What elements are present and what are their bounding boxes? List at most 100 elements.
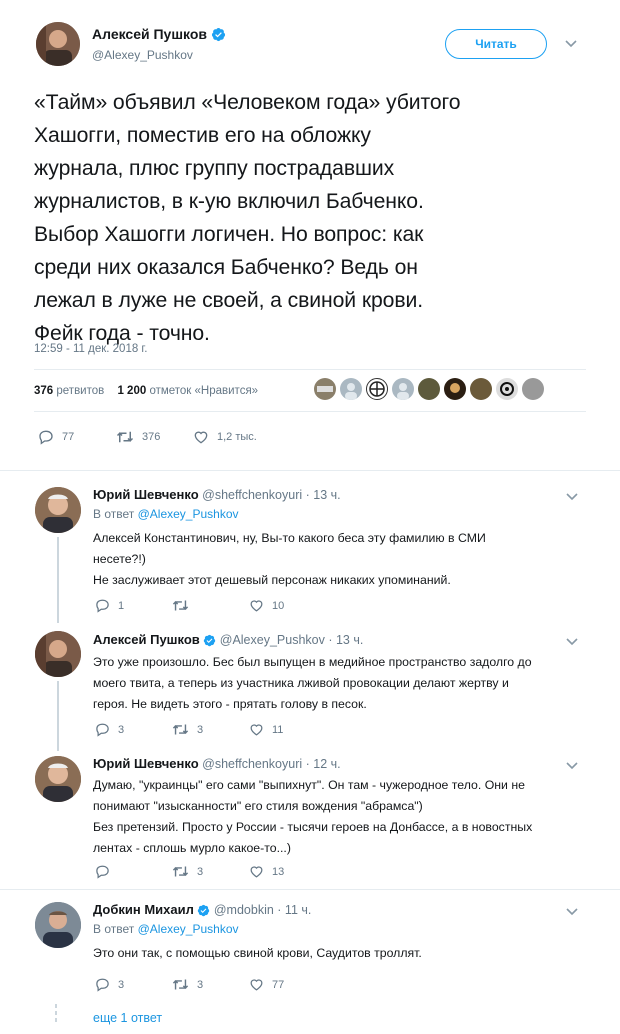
tweet-text-line: журналистов, в к-ую включил Бабченко. [34,190,424,213]
like-action[interactable]: 13 [249,864,284,879]
reply-time[interactable]: · 12 ч. [306,757,341,771]
reply-author-handle[interactable]: @sheffchenkoyuri [202,488,302,502]
reply-author-handle[interactable]: @sheffchenkoyuri [202,757,302,771]
like-count: 77 [272,978,285,991]
chevron-down-icon[interactable] [566,757,578,775]
retweet-action[interactable] [172,598,197,613]
reply-icon [95,598,110,613]
retweets-label: ретвитов [56,385,105,397]
reply-author-name[interactable]: Юрий Шевченко [93,756,199,771]
thread-dot [55,1004,57,1008]
liker-avatar[interactable] [366,378,388,400]
retweet-action[interactable]: 3 [172,977,203,992]
reply-author-handle[interactable]: @mdobkin [214,903,274,917]
reply-action[interactable]: 3 [95,977,124,992]
reply-text-line: Без претензий. Просто у России - тысячи … [93,820,533,834]
retweet-action[interactable]: 3 [172,864,203,879]
in-reply-label: В ответ [93,922,135,936]
reply-avatar[interactable] [35,902,81,948]
liker-avatar[interactable] [522,378,544,400]
liker-avatar[interactable] [444,378,466,400]
reply-author-name[interactable]: Юрий Шевченко [93,487,199,502]
reply-action[interactable]: 1 [95,598,124,613]
reply-count: 3 [118,978,125,991]
heart-icon [249,864,264,879]
author-name[interactable]: Алексей Пушков [92,26,207,42]
show-more-replies-link[interactable]: еще 1 ответ [93,1011,162,1025]
thread-line [57,537,59,623]
retweet-count: 3 [197,978,204,991]
reply-text: Это уже произошло. Бес был выпущен в мед… [93,652,593,715]
like-action[interactable]: 77 [249,977,284,992]
reply-text-line: моего твита, а теперь из участника лживо… [93,676,509,690]
tweet-text: «Тайм» объявил «Человеком года» убитого … [34,86,594,350]
reply-action[interactable]: 77 [38,429,74,445]
reply-text-line: Это они так, с помощью свиной крови, Сау… [93,946,422,960]
liker-avatar[interactable] [340,378,362,400]
thread-line [57,681,59,751]
likes-stat[interactable]: 1 200 отметок «Нравится» [117,385,258,397]
in-reply-label: В ответ [93,507,135,521]
like-count: 11 [272,723,284,736]
reply-avatar[interactable] [35,487,81,533]
reply-text-line: Думаю, "украинцы" его сами "выпихнут". О… [93,778,525,792]
liker-avatar[interactable] [418,378,440,400]
retweet-count: 3 [197,865,204,878]
reply-author-handle[interactable]: @Alexey_Pushkov [220,633,325,647]
like-count: 13 [272,865,285,878]
like-count: 1,2 тыс. [217,431,257,443]
tweet-stats: 376 ретвитов 1 200 отметок «Нравится» [34,385,258,397]
heart-icon [249,722,264,737]
reply-count: 77 [62,431,75,443]
reply-avatar[interactable] [35,631,81,677]
retweet-icon [172,977,189,992]
thread-dot [55,1018,57,1022]
more-options-chevron-down-icon[interactable] [565,37,577,51]
reply-text-line: понимают "изысканности" его стиля вожден… [93,799,423,813]
follow-button[interactable]: Читать [445,29,547,59]
reply-header: Юрий Шевченко @sheffchenkoyuri · 12 ч. [93,756,341,771]
reply-author-name[interactable]: Алексей Пушков [93,632,200,647]
like-action[interactable]: 11 [249,722,283,737]
author-handle[interactable]: @Alexey_Pushkov [92,48,193,62]
likers-avatars [314,378,544,400]
reply-text-line: Алексей Константинович, ну, Вы-то какого… [93,531,486,545]
chevron-down-icon[interactable] [566,633,578,651]
liker-avatar[interactable] [314,378,336,400]
verified-badge-icon [203,634,216,650]
retweet-icon [116,429,134,445]
liker-avatar[interactable] [392,378,414,400]
retweet-action[interactable]: 3 [172,722,203,737]
reply-header: Юрий Шевченко @sheffchenkoyuri · 13 ч. [93,487,341,502]
reply-time[interactable]: · 13 ч. [306,488,341,502]
in-reply-to-link[interactable]: @Alexey_Pushkov [138,922,239,936]
divider [34,411,586,412]
reply-action[interactable] [95,864,118,879]
reply-time[interactable]: · 13 ч. [328,633,363,647]
reply-header: Добкин Михаил @mdobkin · 11 ч. [93,902,311,920]
heart-icon [249,977,264,992]
retweets-count: 376 [34,385,54,397]
reply-text-line: несете?!) [93,552,146,566]
section-divider [0,470,620,471]
chevron-down-icon[interactable] [566,903,578,921]
tweet-timestamp[interactable]: 12:59 - 11 дек. 2018 г. [34,343,147,355]
author-avatar[interactable] [36,22,80,66]
reply-author-name[interactable]: Добкин Михаил [93,902,194,917]
liker-avatar[interactable] [470,378,492,400]
reply-count: 1 [118,599,125,612]
retweet-action[interactable]: 376 [116,429,160,445]
reply-time[interactable]: · 11 ч. [277,903,311,917]
chevron-down-icon[interactable] [566,488,578,506]
in-reply-to: В ответ @Alexey_Pushkov [93,507,239,521]
reply-text-line: лентах - сплошь мурло какое-то...) [93,841,291,855]
like-action[interactable]: 1,2 тыс. [193,429,257,445]
liker-avatar[interactable] [496,378,518,400]
like-action[interactable]: 10 [249,598,284,613]
in-reply-to-link[interactable]: @Alexey_Pushkov [138,507,239,521]
retweet-stat[interactable]: 376 ретвитов [34,385,104,397]
reply-avatar[interactable] [35,756,81,802]
reply-icon [95,977,110,992]
reply-count: 3 [118,723,125,736]
reply-action[interactable]: 3 [95,722,124,737]
